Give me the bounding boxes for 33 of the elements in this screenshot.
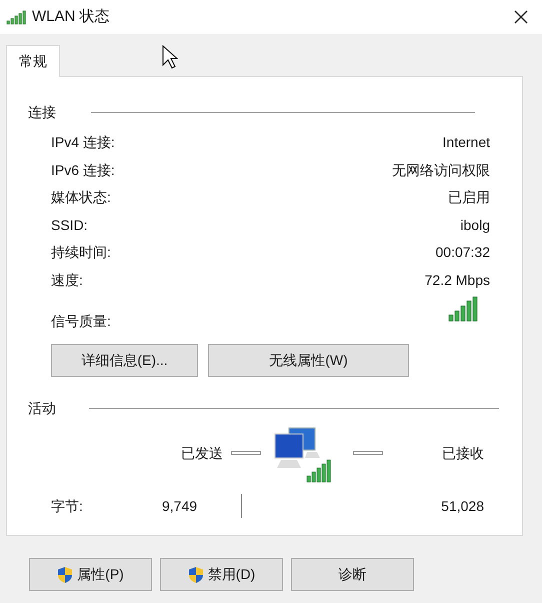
- bytes-received-value: 51,028: [441, 496, 484, 516]
- field-value: 72.2 Mbps: [424, 270, 490, 290]
- dialog-button[interactable]: 禁用(D): [160, 558, 283, 591]
- shield-icon: [188, 566, 204, 584]
- mouse-cursor-icon: [162, 45, 178, 69]
- section-heading: 连接: [28, 102, 56, 122]
- field-label: IPv6 连接:: [51, 160, 115, 180]
- tab[interactable]: 常规: [6, 45, 60, 77]
- field-value: 已启用: [448, 188, 490, 208]
- details-button[interactable]: 详细信息(E)...: [51, 344, 198, 377]
- signal-icon: [6, 10, 26, 24]
- field-label: 媒体状态:: [51, 188, 111, 208]
- field-label: 信号质量:: [51, 312, 111, 331]
- field-value: 无网络访问权限: [392, 160, 490, 180]
- dialog-button[interactable]: 诊断: [291, 558, 414, 591]
- field-label: IPv4 连接:: [51, 133, 115, 152]
- field-label: SSID:: [51, 216, 88, 235]
- field-label: 速度:: [51, 270, 83, 290]
- bytes-sent-value: 9,749: [162, 496, 198, 516]
- dialog-button[interactable]: 属性(P): [29, 558, 152, 591]
- field-value: ibolg: [460, 216, 490, 235]
- sent-label: 已发送: [181, 444, 223, 462]
- field-label: 持续时间:: [51, 243, 111, 262]
- field-label: 字节:: [51, 496, 83, 516]
- section-heading: 活动: [28, 398, 56, 418]
- wireless-properties-button[interactable]: 无线属性(W): [208, 344, 409, 377]
- field-value: 00:07:32: [436, 243, 490, 262]
- field-value: Internet: [442, 133, 490, 152]
- close-icon: [514, 10, 528, 24]
- received-label: 已接收: [442, 444, 484, 462]
- shield-icon: [57, 566, 74, 584]
- signal-quality-icon: [448, 296, 478, 322]
- window-title: WLAN 状态: [32, 6, 110, 27]
